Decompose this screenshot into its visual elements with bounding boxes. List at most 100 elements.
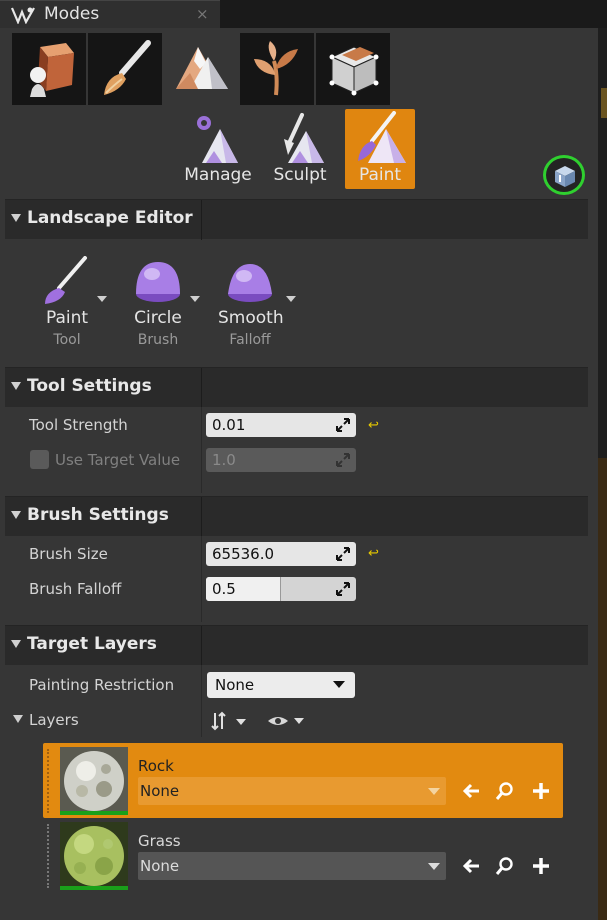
falloff-label: Smooth	[218, 308, 284, 328]
window-title: Modes	[44, 4, 100, 24]
tool-sublabel: Tool	[53, 332, 81, 348]
reset-to-default-icon[interactable]: ↩	[368, 546, 379, 561]
brush-label: Circle	[134, 308, 182, 328]
layer-item-grass[interactable]: Grass None	[43, 818, 563, 893]
chevron-down-icon	[333, 681, 345, 688]
modes-tab[interactable]: Modes ×	[0, 0, 220, 28]
tool-settings-title: Tool Settings	[27, 376, 152, 396]
visibility-eye-icon[interactable]	[266, 712, 308, 730]
paint-mode-button[interactable]	[88, 33, 162, 105]
tool-strength-field[interactable]: 0.01	[206, 413, 356, 437]
sculpt-icon	[284, 113, 324, 163]
browse-search-icon[interactable]	[495, 856, 515, 876]
brush-size-value: 65536.0	[212, 545, 275, 563]
collapse-icon	[11, 640, 21, 648]
expand-arrows-icon	[336, 418, 350, 432]
brush-settings-title: Brush Settings	[27, 505, 169, 525]
target-value: 1.0	[212, 451, 236, 469]
brush-sublabel: Brush	[137, 332, 179, 348]
chevron-down-icon	[286, 296, 296, 302]
layer-name: Rock	[138, 757, 174, 775]
brush-size-label: Brush Size	[29, 545, 108, 563]
layer-name: Grass	[138, 832, 181, 850]
drag-handle[interactable]	[47, 749, 51, 813]
sort-icon[interactable]	[210, 711, 250, 731]
landscape-mode-icon	[176, 47, 228, 89]
place-mode-icon	[30, 43, 74, 97]
paint-icon	[358, 111, 406, 163]
foliage-mode-button[interactable]	[240, 33, 314, 105]
browse-search-icon[interactable]	[495, 781, 515, 801]
drag-handle[interactable]	[47, 824, 51, 888]
landscape-mode-button[interactable]	[164, 33, 238, 105]
sculpt-label: Sculpt	[273, 165, 327, 185]
circle-brush-dropdown[interactable]: Circle Brush	[126, 256, 206, 356]
painting-restriction-dropdown[interactable]: None	[207, 672, 355, 698]
help-button[interactable]	[543, 155, 585, 195]
use-selected-arrow-icon[interactable]	[461, 781, 481, 801]
collapse-icon	[11, 214, 21, 222]
modes-tab-icon	[10, 7, 35, 24]
paint-label: Paint	[358, 165, 402, 185]
geometry-mode-button[interactable]	[316, 33, 390, 105]
place-mode-button[interactable]	[12, 33, 86, 105]
rock-thumbnail	[60, 747, 128, 815]
target-layers-header[interactable]: Target Layers	[5, 625, 588, 666]
layer-item-rock[interactable]: Rock None	[43, 743, 563, 818]
manage-icon	[197, 116, 238, 163]
manage-label: Manage	[184, 165, 252, 185]
sculpt-button[interactable]: Sculpt	[265, 109, 335, 189]
circle-brush-icon	[136, 262, 180, 302]
tool-label: Paint	[45, 308, 89, 328]
brush-falloff-slider[interactable]: 0.5	[206, 577, 356, 601]
paint-brush-icon	[45, 256, 87, 304]
chevron-down-icon	[190, 296, 200, 302]
layer-info-dropdown[interactable]: None	[138, 852, 446, 880]
brush-falloff-label: Brush Falloff	[29, 580, 122, 598]
paint-tool-dropdown[interactable]: Paint Tool	[35, 256, 115, 356]
falloff-sublabel: Falloff	[229, 332, 271, 348]
landscape-editor-header[interactable]: Landscape Editor	[5, 199, 588, 240]
tab-strip: Modes ×	[0, 0, 607, 28]
use-target-value-label: Use Target Value	[55, 451, 181, 469]
chevron-down-icon	[428, 788, 440, 795]
paint-mode-icon	[104, 40, 151, 95]
grass-thumbnail	[60, 822, 128, 890]
brush-size-field[interactable]: 65536.0	[206, 542, 356, 566]
layer-info-dropdown[interactable]: None	[138, 777, 446, 805]
reset-to-default-icon[interactable]: ↩	[368, 418, 379, 433]
layers-label: Layers	[29, 711, 79, 729]
landscape-editor-title: Landscape Editor	[27, 208, 193, 228]
close-icon[interactable]: ×	[196, 5, 209, 23]
collapse-icon	[11, 511, 21, 519]
foliage-mode-icon	[254, 41, 298, 96]
paint-tool-button[interactable]: Paint	[345, 109, 415, 189]
use-selected-arrow-icon[interactable]	[461, 856, 481, 876]
painting-restriction-label: Painting Restriction	[29, 676, 175, 694]
expand-arrows-icon	[336, 582, 350, 596]
smooth-falloff-icon	[228, 264, 272, 302]
add-layer-icon[interactable]	[531, 781, 551, 801]
collapse-icon	[11, 382, 21, 390]
expand-arrows-icon	[336, 453, 350, 467]
brush-settings-header[interactable]: Brush Settings	[5, 496, 588, 537]
tool-strength-value: 0.01	[212, 416, 246, 434]
add-layer-icon[interactable]	[531, 856, 551, 876]
manage-button[interactable]: Manage	[183, 109, 253, 189]
layers-collapse-icon[interactable]	[13, 715, 23, 723]
chevron-down-icon	[97, 296, 107, 302]
layer-info-value: None	[140, 857, 180, 875]
expand-arrows-icon	[336, 547, 350, 561]
geometry-mode-icon	[329, 46, 379, 96]
chevron-down-icon	[428, 863, 440, 870]
brush-falloff-value: 0.5	[212, 580, 236, 598]
painting-restriction-value: None	[215, 676, 255, 694]
target-value-field[interactable]: 1.0	[206, 448, 356, 472]
info-cube-icon	[555, 166, 575, 187]
tool-strength-label: Tool Strength	[29, 416, 128, 434]
use-target-value-checkbox[interactable]	[30, 450, 49, 469]
tool-settings-header[interactable]: Tool Settings	[5, 367, 588, 408]
smooth-falloff-dropdown[interactable]: Smooth Falloff	[218, 256, 298, 356]
layer-info-value: None	[140, 782, 180, 800]
target-layers-title: Target Layers	[27, 634, 157, 654]
